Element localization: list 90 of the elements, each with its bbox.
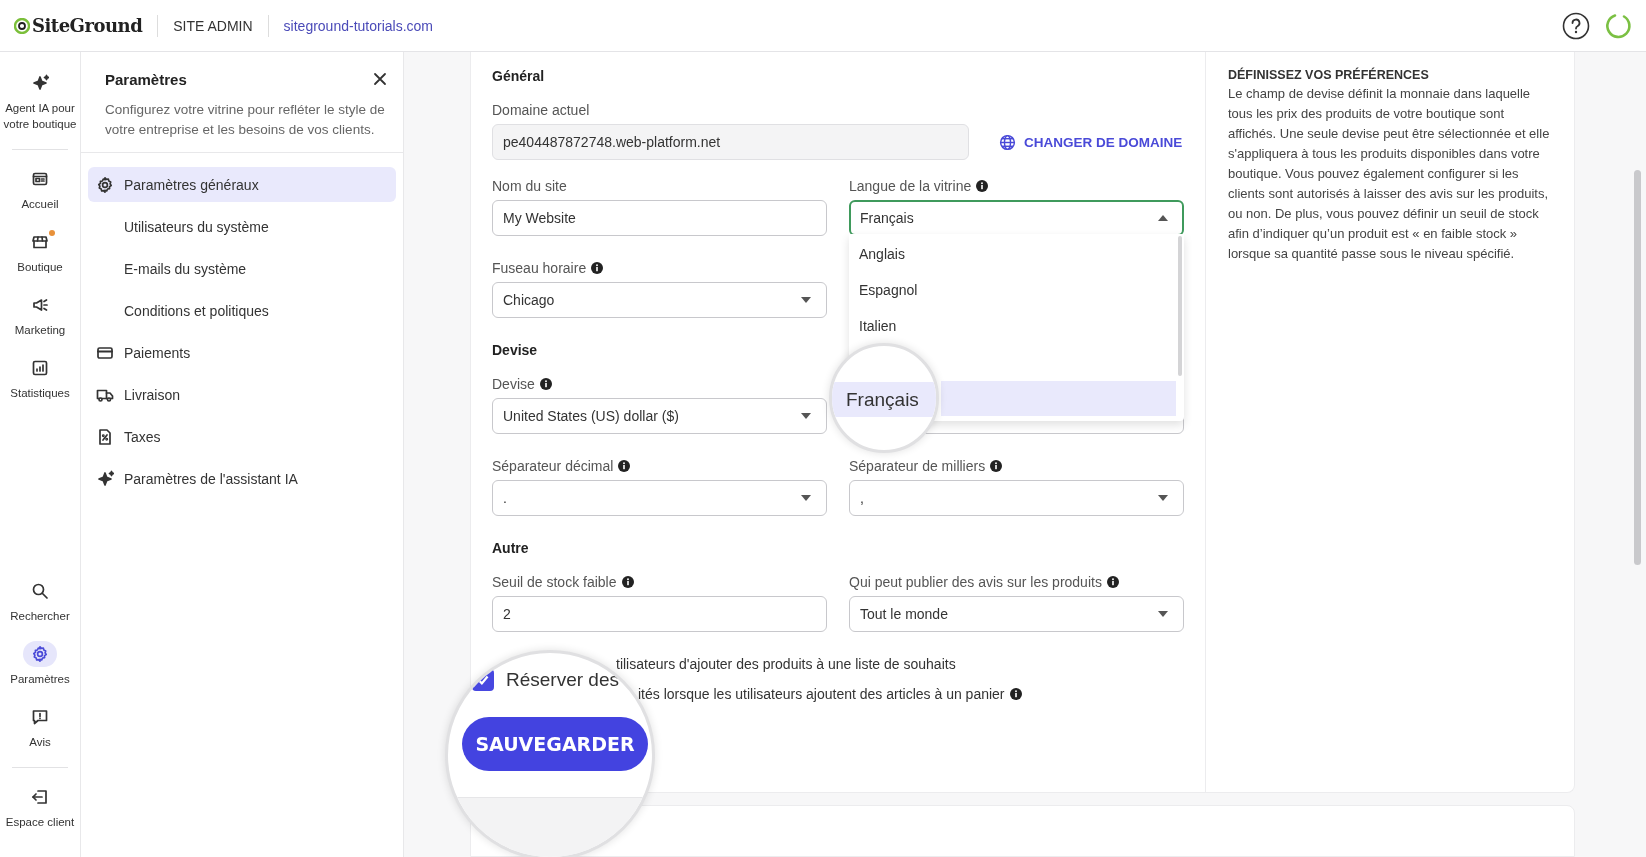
sparkle-icon: [31, 74, 49, 92]
settings-menu-item[interactable]: Paramètres généraux: [88, 167, 396, 202]
save-button[interactable]: SAUVEGARDER: [462, 717, 648, 771]
nav-item[interactable]: Marketing: [2, 292, 78, 338]
dropdown-option[interactable]: Espagnol: [849, 272, 1176, 308]
info-icon: [591, 262, 604, 274]
scrollbar[interactable]: [1178, 236, 1182, 376]
panel-description: Configurez votre vitrine pour refléter le style de votre entreprise et les besoins de vos clients.: [105, 101, 386, 139]
info-icon: [539, 378, 552, 390]
close-icon: [373, 72, 387, 86]
exit-icon: [31, 788, 49, 806]
checkbox-label: tilisateurs d'ajouter des produits à une liste de souhaits: [616, 656, 956, 672]
settings-icon: [96, 175, 114, 194]
info-icon: [1009, 688, 1022, 700]
logo-icon: [14, 17, 30, 34]
nav-item[interactable]: Paramètres: [2, 641, 78, 687]
settings-menu-item[interactable]: Paramètres de l'assistant IA: [88, 461, 396, 496]
settings-menu-item[interactable]: Paiements: [88, 335, 396, 370]
info-icon: [621, 576, 634, 588]
help-title: DÉFINISSEZ VOS PRÉFÉRENCES: [1228, 66, 1430, 84]
settings-icon: [31, 645, 49, 663]
caret-icon: [1158, 495, 1168, 501]
nav-item[interactable]: Rechercher: [2, 578, 78, 624]
field-label: Séparateur de milliers: [849, 457, 986, 476]
loading-spinner-icon: [1604, 11, 1632, 40]
settings-menu-item[interactable]: Conditions et politiques: [88, 293, 396, 328]
field-label: Seuil de stock faible: [492, 573, 617, 592]
store-icon: [31, 233, 49, 251]
settings-menu-item[interactable]: E-mails du système: [88, 251, 396, 286]
caret-icon: [1158, 215, 1168, 221]
caret-icon: [801, 495, 811, 501]
bar-chart-icon: [31, 359, 49, 377]
change-domain-link[interactable]: CHANGER DE DOMAINE: [999, 133, 1183, 151]
percent-document-icon: [96, 427, 114, 446]
select-field[interactable]: ,: [849, 480, 1184, 516]
scrollbar[interactable]: [1634, 170, 1641, 565]
select-field[interactable]: .: [492, 480, 827, 516]
nav-item[interactable]: Agent IA pour votre boutique: [2, 70, 78, 132]
close-button[interactable]: [371, 70, 389, 88]
nav-item[interactable]: Espace client: [2, 784, 78, 830]
field-label: Langue de la vitrine: [849, 177, 972, 196]
sparkle-icon: [96, 469, 114, 488]
select-field[interactable]: Chicago: [492, 282, 827, 318]
settings-menu-item[interactable]: Taxes: [88, 419, 396, 454]
info-icon: [990, 460, 1003, 472]
input-field[interactable]: My Website: [492, 200, 827, 236]
field-label: Qui peut publier des avis sur les produits: [849, 573, 1102, 592]
field-label: Nom du site: [492, 177, 567, 196]
checkbox[interactable]: [472, 669, 494, 691]
input-field[interactable]: 2: [492, 596, 827, 632]
help-icon[interactable]: [1562, 11, 1590, 40]
search-icon: [31, 582, 49, 600]
field-label: Devise: [492, 375, 535, 394]
panel-title: Paramètres: [105, 70, 187, 88]
info-icon: [618, 460, 631, 472]
site-link[interactable]: siteground-tutorials.com: [283, 17, 433, 34]
nav-item[interactable]: Statistiques: [2, 355, 78, 401]
caret-icon: [801, 297, 811, 303]
field-label: Domaine actuel: [492, 101, 590, 120]
dropdown-option[interactable]: Français: [832, 382, 936, 417]
browser-window-icon: [31, 170, 49, 188]
help-text: Le champ de devise définit la monnaie dans laquelle tous les prix des produits de votre boutique sont affichés. Une seule devise peut être sélectionnée et elle s'appliquera à tous les produits disponibles dans votre boutique. Vous pouvez également configurer si les clients sont autorisés à laisser des avis sur les produits, ou non. De plus, vous pouvez définir un seuil de stock afin d’indiquer qu’un produit est « en faible stock » lorsque sa quantité passe sous le niveau spécifié.: [1228, 85, 1551, 263]
select-field[interactable]: United States (US) dollar ($): [492, 398, 827, 434]
caret-icon: [1158, 611, 1168, 617]
section-heading: Général: [492, 67, 546, 86]
checkbox-label: ités lorsque les utilisateurs ajoutent des articles à un panier: [638, 686, 1005, 702]
info-icon: [1106, 576, 1119, 588]
info-icon: [976, 180, 989, 192]
settings-menu-item[interactable]: Livraison: [88, 377, 396, 412]
section-title: SITE ADMIN: [173, 17, 253, 34]
notification-dot: [49, 230, 55, 236]
nav-item[interactable]: Boutique: [2, 229, 78, 275]
speech-bubble-icon: [31, 708, 49, 726]
section-heading: Devise: [492, 341, 539, 360]
checkbox-label: Réserver des: [506, 669, 619, 691]
input-field[interactable]: pe404487872748.web-platform.net: [492, 124, 969, 160]
dropdown-option[interactable]: Italien: [849, 308, 1176, 344]
select-field[interactable]: Français: [849, 200, 1184, 236]
megaphone-icon: [31, 296, 49, 314]
settings-menu-item[interactable]: Utilisateurs du système: [88, 209, 396, 244]
logo-text[interactable]: SiteGround: [32, 15, 143, 36]
globe-icon: [999, 133, 1016, 151]
section-heading: Autre: [492, 539, 530, 558]
field-label: Séparateur décimal: [492, 457, 614, 476]
nav-item[interactable]: Avis: [2, 704, 78, 750]
nav-item[interactable]: Accueil: [2, 166, 78, 212]
select-field[interactable]: Tout le monde: [849, 596, 1184, 632]
dropdown-option[interactable]: Anglais: [849, 236, 1176, 272]
field-label: Fuseau horaire: [492, 259, 587, 278]
caret-icon: [801, 413, 811, 419]
